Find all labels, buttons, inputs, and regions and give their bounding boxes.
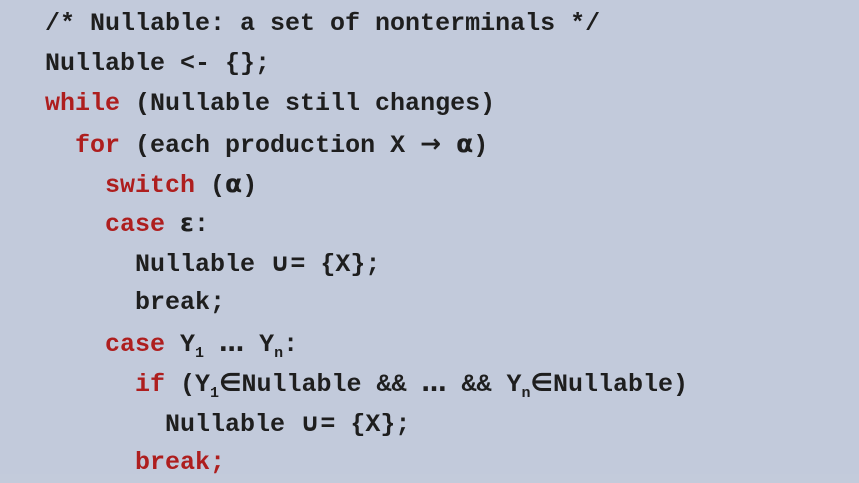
code-keyword: switch bbox=[105, 170, 196, 200]
code-text: = {X}; bbox=[320, 409, 411, 439]
code-text: : bbox=[283, 330, 299, 360]
code-text: Y bbox=[165, 330, 196, 360]
code-symbol: ∪ bbox=[270, 248, 291, 278]
code-line: case ε: bbox=[45, 203, 688, 243]
code-keyword: while bbox=[45, 88, 121, 118]
code-text: && Y bbox=[446, 370, 522, 400]
code-line: Nullable ∪= {X}; bbox=[45, 243, 688, 283]
code-text: break; bbox=[45, 288, 226, 318]
code-text: ) bbox=[242, 170, 258, 200]
code-subscript: n bbox=[521, 385, 531, 403]
code-line: case Y1 … Yn: bbox=[45, 323, 688, 363]
code-text: ) bbox=[473, 130, 489, 160]
code-text: Nullable && bbox=[241, 370, 422, 400]
code-text: /* Nullable: a set of nonterminals */ bbox=[45, 9, 601, 38]
code-keyword: case bbox=[105, 210, 166, 240]
code-symbol: … bbox=[219, 328, 245, 358]
code-keyword: break; bbox=[135, 447, 226, 477]
code-line: for (each production X → α) bbox=[45, 124, 688, 164]
code-text: Nullable <- {}; bbox=[45, 48, 271, 78]
pseudocode-block: /* Nullable: a set of nonterminals */ Nul… bbox=[45, 4, 688, 483]
code-text: Y bbox=[244, 330, 275, 360]
code-text: Nullable) bbox=[552, 370, 688, 400]
code-symbol: α bbox=[225, 168, 243, 198]
code-line: break; bbox=[45, 283, 688, 323]
code-text: = {X}; bbox=[290, 250, 381, 280]
code-text: (each production X bbox=[120, 130, 421, 160]
code-subscript: 1 bbox=[195, 345, 205, 363]
code-line: Nullable <- {}; bbox=[45, 44, 688, 84]
slide-background: /* Nullable: a set of nonterminals */ Nul… bbox=[0, 0, 859, 477]
code-line: switch (α) bbox=[45, 164, 688, 204]
code-text: Nullable bbox=[45, 409, 301, 439]
code-keyword: for bbox=[75, 130, 121, 160]
code-line: if (Y1∈Nullable && … && Yn∈Nullable) bbox=[45, 363, 688, 403]
code-subscript: n bbox=[274, 345, 284, 363]
code-line: while (Nullable still changes) bbox=[45, 84, 688, 124]
code-line: Nullable ∪= {X}; bbox=[45, 403, 688, 443]
code-symbol: ∪ bbox=[300, 407, 321, 437]
code-symbol: ∈ bbox=[530, 368, 553, 398]
code-symbol: … bbox=[421, 368, 447, 398]
code-symbol: ∈ bbox=[219, 368, 242, 398]
code-text: (Y bbox=[165, 370, 211, 400]
code-symbol: α bbox=[456, 128, 474, 158]
code-line: /* Nullable: a set of nonterminals */ bbox=[45, 4, 688, 44]
code-symbol: → bbox=[420, 128, 442, 158]
code-keyword: case bbox=[105, 330, 166, 360]
code-subscript: 1 bbox=[210, 385, 220, 403]
code-text: : bbox=[193, 210, 209, 240]
code-text: (Nullable still changes) bbox=[120, 88, 496, 118]
code-symbol: ε bbox=[180, 208, 194, 238]
code-keyword: if bbox=[135, 370, 166, 400]
code-text: Nullable bbox=[45, 250, 271, 280]
code-text: ( bbox=[195, 170, 226, 200]
code-line: break; bbox=[45, 443, 688, 483]
